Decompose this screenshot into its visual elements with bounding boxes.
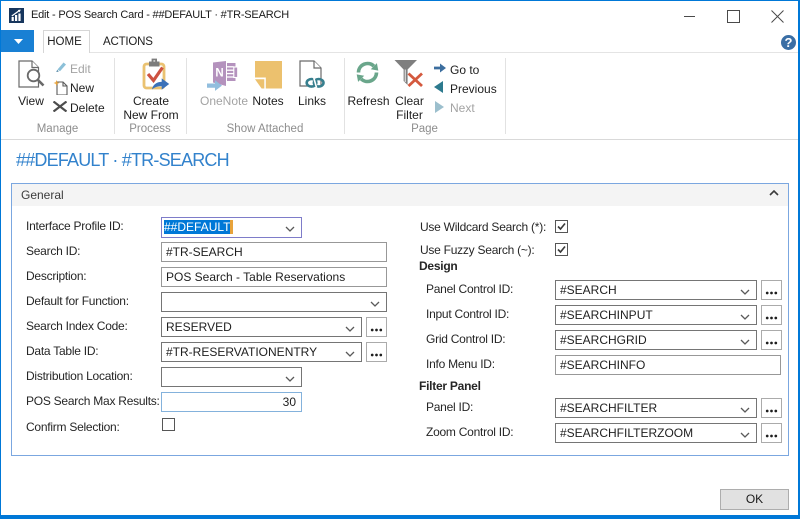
svg-text:?: ? (785, 35, 793, 50)
svg-text:N: N (215, 68, 223, 80)
